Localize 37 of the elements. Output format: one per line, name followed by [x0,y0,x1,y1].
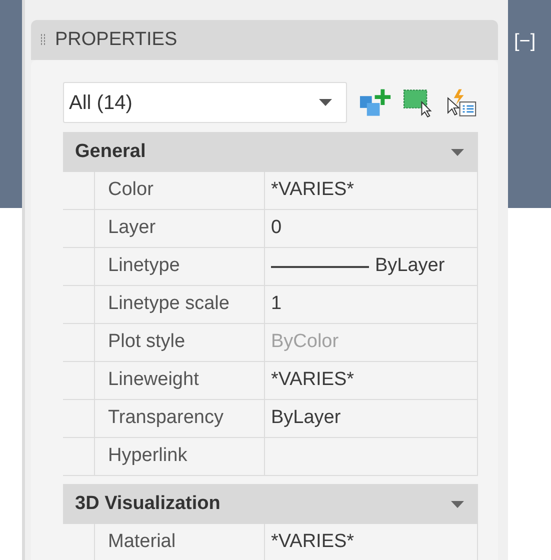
property-value: 0 [271,216,282,240]
property-value: ByColor [271,330,339,354]
caret-icon [319,99,332,106]
property-value: 1 [271,292,282,316]
property-value: ByLayer [375,254,445,278]
panel-title: PROPERTIES [55,28,178,52]
viewport-control[interactable]: [−] [514,31,536,52]
value-cell[interactable]: 1 [265,286,478,323]
property-name: Linetype scale [108,292,230,316]
property-value: *VARIES* [271,368,354,392]
quick-select-icon[interactable] [446,88,478,118]
property-name: Plot style [108,330,186,354]
section-header[interactable]: 3D Visualization [63,484,478,524]
property-name: Lineweight [108,368,199,392]
value-cell[interactable]: *VARIES* [265,362,478,399]
property-value: ByLayer [271,406,341,430]
collapse-icon [451,500,464,508]
value-cell[interactable]: ByLayer [265,400,478,437]
value-cell[interactable]: *VARIES* [265,172,478,209]
value-cell[interactable]: 0 [265,210,478,247]
property-value: *VARIES* [271,178,354,202]
section-header[interactable]: General [63,132,478,172]
value-cell[interactable]: ByLayer [265,248,478,285]
property-name: Transparency [108,406,224,430]
select-objects-icon[interactable] [402,88,434,118]
property-name: Hyperlink [108,444,188,468]
property-name: Linetype [108,254,180,278]
grip-icon[interactable] [41,34,45,46]
property-name: Material [108,530,176,554]
line-sample-icon [271,264,369,268]
add-selection-icon[interactable] [359,88,391,118]
value-cell[interactable]: *VARIES* [265,524,478,560]
collapse-icon [451,148,464,156]
property-name: Color [108,178,154,202]
selection-dropdown[interactable]: All (14) [63,82,348,123]
property-name: Layer [108,216,156,240]
property-value: *VARIES* [271,530,354,554]
